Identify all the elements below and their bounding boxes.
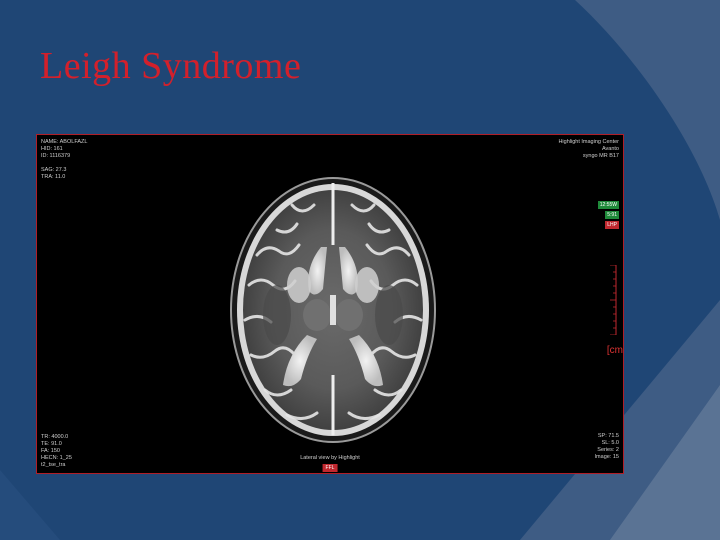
- overlay-top-left: NAME: ABOLFAZL HID: 161 ID: 1116379 SAG:…: [41, 139, 87, 181]
- overlay-line: ID: 1116379: [41, 153, 71, 159]
- overlay-line: Series: 2: [597, 447, 619, 453]
- cm-scale-ruler: [610, 265, 617, 335]
- overlay-tag: LHP: [605, 221, 619, 229]
- overlay-line: Avanto: [601, 146, 619, 152]
- overlay-line: FA: 150: [41, 448, 60, 454]
- overlay-line: NAME: ABOLFAZL: [41, 139, 88, 145]
- overlay-line: TE: 91.0: [41, 441, 62, 447]
- unit-label: [cm: [606, 345, 623, 356]
- overlay-line: t2_tse_tra: [41, 462, 66, 468]
- overlay-bottom-right: SP: 71.5 SL: 5.0 Series: 2 Image: 15: [595, 433, 619, 461]
- overlay-line: syngo MR B17: [582, 153, 619, 159]
- mri-image: NAME: ABOLFAZL HID: 161 ID: 1116379 SAG:…: [36, 134, 624, 474]
- overlay-line: SP: 71.5: [597, 433, 619, 439]
- overlay-tag: 5:91: [605, 211, 619, 219]
- overlay-top-right: Highlight Imaging Center Avanto syngo MR…: [558, 139, 619, 160]
- overlay-line: SAG: 27.3: [41, 167, 67, 173]
- slide-title: Leigh Syndrome: [40, 45, 302, 87]
- overlay-line: HID: 161: [41, 146, 63, 152]
- overlay-line: Highlight Imaging Center: [558, 139, 619, 145]
- overlay-line: [41, 160, 87, 167]
- overlay-line: SL: 5.0: [601, 440, 619, 446]
- overlay-line: TRA: 11.0: [41, 174, 66, 180]
- overlay-tag: 12:55W: [597, 201, 619, 209]
- overlay-line: HECN: 1_25: [41, 455, 72, 461]
- brain-mri-axial: [230, 177, 436, 443]
- overlay-line: TR: 4000.0: [41, 434, 69, 440]
- overlay-line: Image: 15: [594, 454, 619, 460]
- overlay-bottom-left: TR: 4000.0 TE: 91.0 FA: 150 HECN: 1_25 t…: [41, 434, 72, 469]
- overlay-bottom-center: Lateral view by Highlight: [300, 455, 360, 461]
- overlay-bottom-tag: FFL: [322, 464, 338, 472]
- bottom-left-wedge: [0, 470, 60, 540]
